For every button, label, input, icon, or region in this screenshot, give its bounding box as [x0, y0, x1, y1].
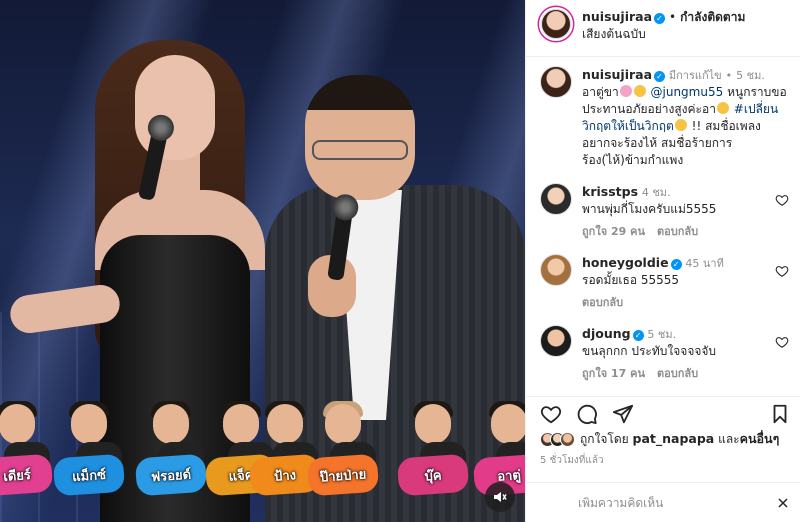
avatar[interactable]	[540, 254, 572, 286]
crying-emoji-icon	[716, 102, 729, 114]
original-audio-link[interactable]: เสียงต้นฉบับ	[582, 26, 745, 43]
cast-tag: บุ๊ค	[396, 453, 470, 497]
liked-by-others[interactable]: คนอื่นๆ	[740, 431, 780, 446]
cast-tag: เดียร์	[0, 453, 54, 497]
comment-item: djoung ✓ 5 ชม. ขนลุกกก ประทับใจจจจจับ ถูก…	[540, 325, 789, 382]
liker-avatar	[560, 431, 575, 447]
cast-tag: แม็กซ์	[52, 453, 126, 497]
edited-label: มีการแก้ไข	[668, 69, 722, 82]
avatar[interactable]	[540, 325, 572, 357]
liked-by-label: ถูกใจโดย	[580, 432, 629, 446]
cast-member: ฟรอยด์	[134, 401, 208, 504]
post-video[interactable]: เดียร์ แม็กซ์ ฟรอยด์ แจ็ค ป้าง ป๊ายป่าย …	[0, 0, 525, 522]
heart-icon[interactable]	[775, 335, 789, 349]
comment-item: krisstps 4 ชม. พานพุ่มกี่โมงครับแม่5555 …	[540, 183, 789, 240]
caption-username[interactable]: nuisujiraa	[582, 67, 652, 82]
reply-button[interactable]: ตอบกลับ	[657, 225, 698, 238]
comment-username[interactable]: honeygoldie	[582, 255, 669, 270]
comment-username[interactable]: djoung	[582, 326, 631, 341]
host-woman-face	[135, 55, 215, 160]
separator-dot: •	[669, 10, 677, 24]
comment-input[interactable]	[578, 495, 777, 510]
caption-time: 5 ชม.	[736, 69, 765, 82]
reply-button[interactable]: ตอบกลับ	[657, 367, 698, 380]
header-username[interactable]: nuisujiraa	[582, 9, 652, 24]
cast-tag: ฟรอยด์	[134, 453, 208, 497]
comment-text: ขนลุกกก ประทับใจจจจจับ	[582, 344, 717, 358]
speaker-icon	[494, 492, 507, 502]
post-actions: ถูกใจโดย pat_napapa และคนอื่นๆ 5 ชั่วโมง…	[526, 396, 800, 468]
post-side-panel: nuisujiraa ✓ • กำลังติดตาม เสียงต้นฉบับ nui…	[525, 0, 800, 522]
cast-member: เดียร์	[0, 401, 54, 504]
liked-by-user[interactable]: pat_napapa	[633, 431, 715, 446]
cast-member: ป๊ายป่าย	[306, 401, 380, 504]
caption-text: อาตู่ขา	[582, 85, 619, 99]
comment-bubble-icon[interactable]	[576, 403, 598, 425]
verified-icon: ✓	[670, 259, 682, 270]
heart-icon[interactable]	[775, 193, 789, 207]
like-heart-icon[interactable]	[540, 403, 562, 425]
cast-member: แม็กซ์	[52, 401, 126, 504]
likes-summary: ถูกใจโดย pat_napapa และคนอื่นๆ	[540, 429, 789, 449]
comment-text: รอดมั้ยเธอ 55555	[582, 273, 680, 287]
instagram-post-modal: เดียร์ แม็กซ์ ฟรอยด์ แจ็ค ป้าง ป๊ายป่าย …	[0, 0, 800, 522]
verified-icon: ✓	[654, 13, 666, 24]
separator-dot: •	[725, 69, 733, 82]
cast-member: บุ๊ค	[396, 401, 470, 504]
following-button[interactable]: กำลังติดตาม	[680, 10, 745, 24]
cast-member: ป้าง	[248, 401, 322, 504]
mention-link[interactable]: @jungmu55	[651, 85, 724, 99]
verified-icon: ✓	[632, 330, 644, 341]
avatar[interactable]	[541, 9, 571, 39]
and-label: และ	[718, 432, 740, 446]
mute-toggle-button[interactable]	[485, 482, 515, 512]
post-timestamp: 5 ชั่วโมงที่แล้ว	[540, 455, 604, 466]
cast-tag: ป๊ายป่าย	[306, 453, 380, 497]
pray-emoji-icon	[619, 85, 632, 97]
crying-emoji-icon	[674, 119, 687, 131]
caption: nuisujiraa ✓ มีการแก้ไข • 5 ชม. อาตู่ขา @ju…	[540, 66, 789, 169]
comment-time: 4 ชม.	[641, 186, 671, 199]
post-header: nuisujiraa ✓ • กำลังติดตาม เสียงต้นฉบับ	[526, 0, 800, 57]
comment-likes[interactable]: ถูกใจ 29 คน	[582, 225, 645, 238]
comments-list: nuisujiraa ✓ มีการแก้ไข • 5 ชม. อาตู่ขา @ju…	[526, 58, 800, 393]
comment-text: พานพุ่มกี่โมงครับแม่5555	[582, 202, 717, 216]
reply-button[interactable]: ตอบกลับ	[582, 296, 623, 309]
comment-username[interactable]: krisstps	[582, 184, 638, 199]
cast-strip: เดียร์ แม็กซ์ ฟรอยด์ แจ็ค ป้าง ป๊ายป่าย …	[0, 394, 525, 504]
avatar[interactable]	[540, 66, 572, 98]
comment-composer	[526, 482, 800, 522]
share-paper-plane-icon[interactable]	[612, 403, 634, 425]
close-icon[interactable]	[777, 497, 789, 509]
comment-time: 5 ชม.	[647, 328, 677, 341]
heart-icon[interactable]	[775, 264, 789, 278]
host-man-glasses	[312, 140, 408, 160]
verified-icon: ✓	[654, 71, 666, 82]
host-man-head	[305, 75, 415, 200]
save-bookmark-icon[interactable]	[769, 403, 791, 425]
avatar[interactable]	[540, 183, 572, 215]
comment-item: honeygoldie ✓ 45 นาที รอดมั้ยเธอ 55555 ตอ…	[540, 254, 789, 311]
comment-time: 45 นาที	[685, 257, 724, 270]
face-emoji-icon	[633, 85, 646, 97]
comment-likes[interactable]: ถูกใจ 17 คน	[582, 367, 645, 380]
